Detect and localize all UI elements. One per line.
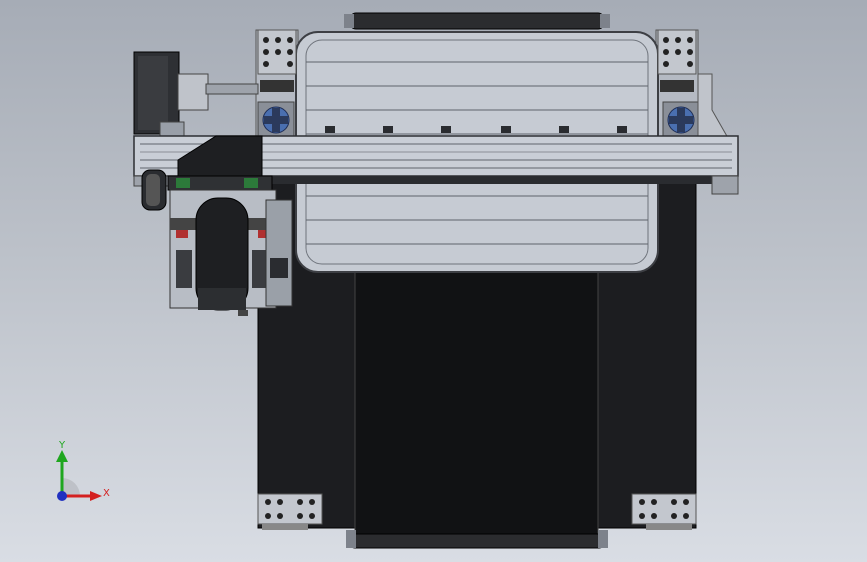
- machine-body-lower-panel: [354, 267, 599, 549]
- right-side-bracket: [697, 73, 729, 139]
- axis-triad-icon: [56, 450, 102, 501]
- bottom-roller: [349, 533, 605, 549]
- pulley-left: [141, 169, 167, 211]
- bolt-icon-right: [662, 101, 700, 139]
- print-head-carriage: [169, 189, 293, 316]
- corner-block-top-right: [657, 29, 697, 92]
- y-axis-label: Y: [59, 440, 66, 451]
- orientation-triad[interactable]: Y X: [40, 440, 120, 510]
- z-axis-dot: [57, 491, 67, 501]
- cad-model-view[interactable]: [0, 0, 867, 562]
- cad-viewport[interactable]: Y X: [0, 0, 867, 562]
- x-axis-arrow: [90, 491, 102, 501]
- x-axis-label: X: [103, 488, 110, 499]
- top-roller: [349, 12, 605, 30]
- y-axis-arrow: [56, 450, 68, 462]
- bolt-icon-left: [257, 101, 295, 139]
- motor-assembly: [133, 51, 259, 137]
- corner-block-top-left: [257, 29, 297, 92]
